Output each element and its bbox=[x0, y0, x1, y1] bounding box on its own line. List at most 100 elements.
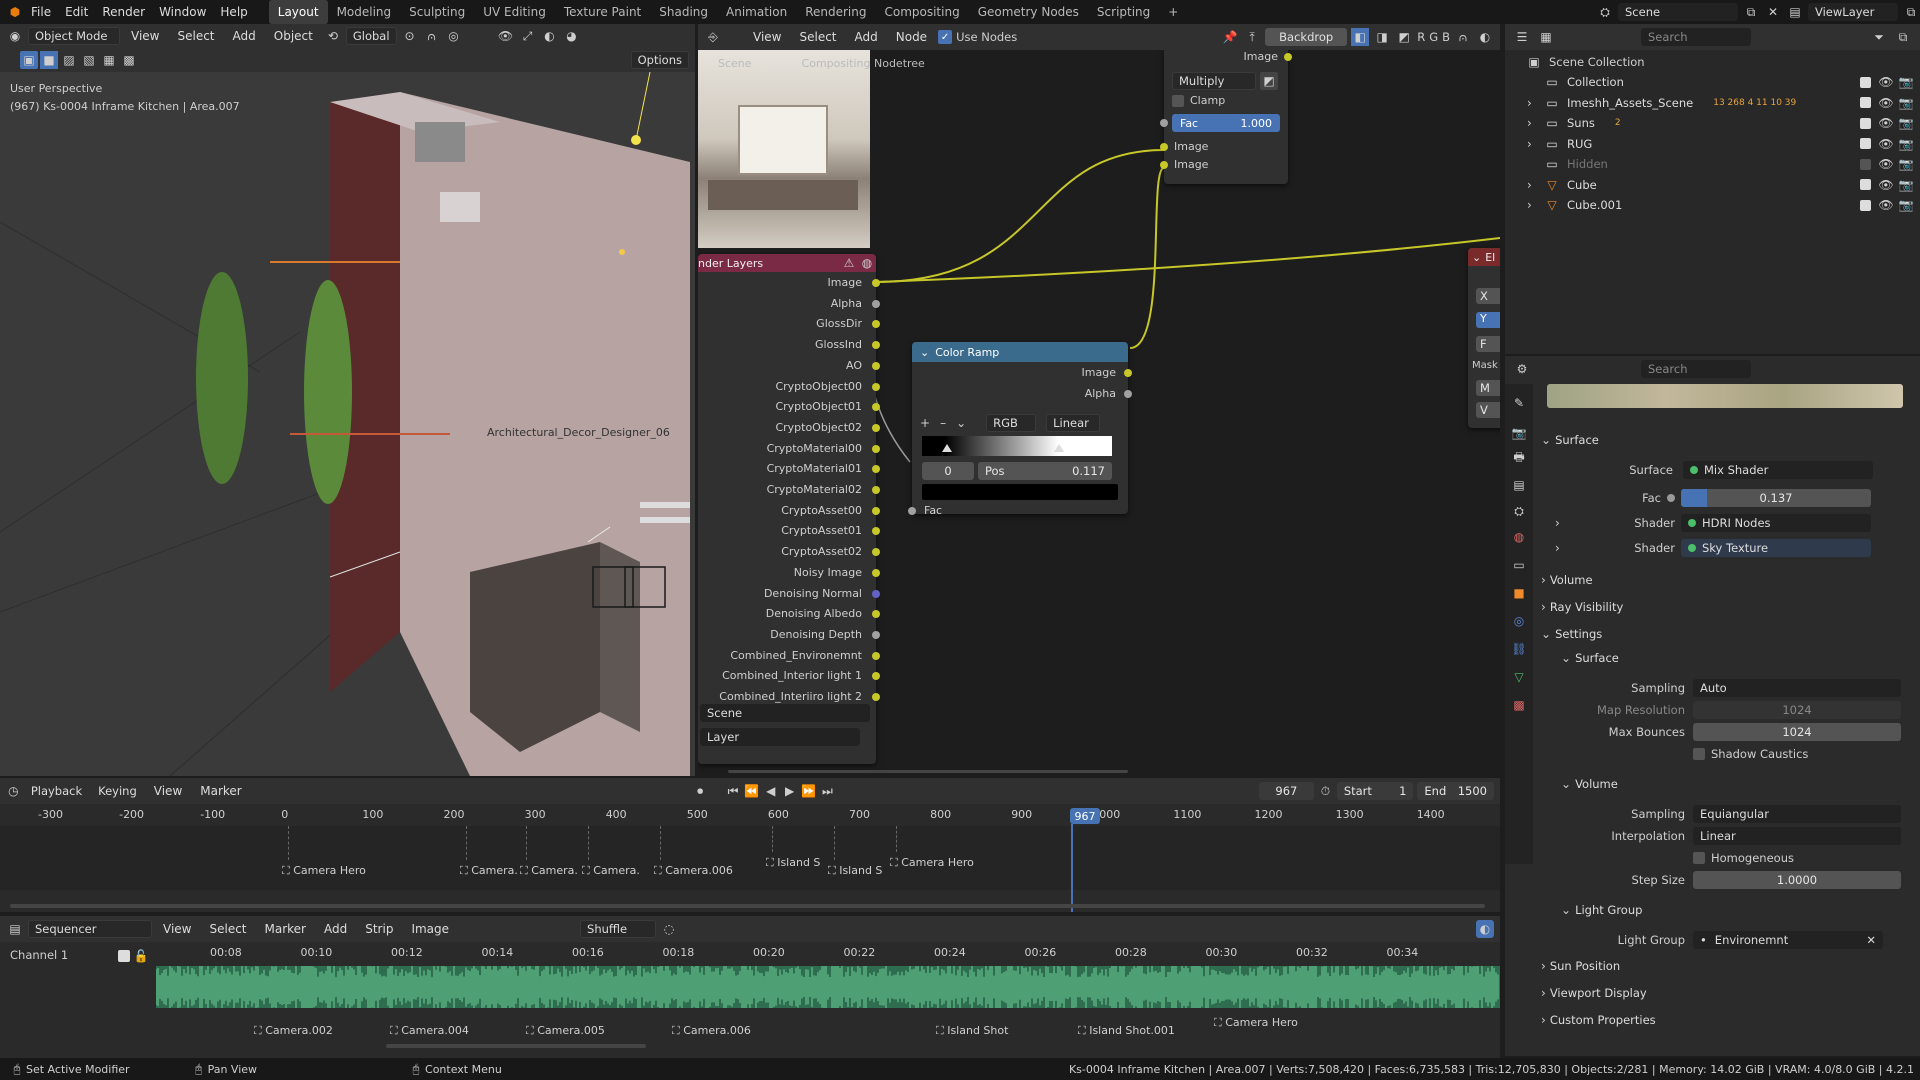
transform-orientation-dropdown[interactable]: Global bbox=[345, 27, 397, 45]
breadcrumb-scene[interactable]: Scene bbox=[718, 57, 752, 70]
channel-r[interactable]: R bbox=[1417, 30, 1425, 44]
outliner-row[interactable]: ▭ Collection 👁 📷 bbox=[1505, 72, 1920, 92]
play-reverse-icon[interactable]: ◀ bbox=[763, 782, 778, 800]
shader2-field[interactable]: Sky Texture bbox=[1681, 539, 1871, 557]
sequencer-scrollbar[interactable] bbox=[386, 1044, 646, 1048]
select-box-icon[interactable]: ▣ bbox=[20, 51, 38, 69]
timeline-marker[interactable]: ⛶ Camera. bbox=[520, 864, 578, 878]
view-layer-selector[interactable]: ViewLayer bbox=[1808, 3, 1898, 21]
visibility-eye-icon[interactable]: 👁 bbox=[1877, 114, 1895, 132]
use-nodes-checkbox[interactable]: ✓ bbox=[938, 30, 953, 44]
light-group-header[interactable]: ⌄ Light Group bbox=[1561, 900, 1642, 920]
exclude-checkbox[interactable] bbox=[1860, 158, 1871, 170]
workspace-tab-rendering[interactable]: Rendering bbox=[796, 0, 875, 24]
parent-node-icon[interactable]: ⤒ bbox=[1243, 28, 1261, 46]
channel-mute-checkbox[interactable] bbox=[118, 950, 130, 962]
custom-properties-header[interactable]: › Custom Properties bbox=[1541, 1010, 1656, 1030]
expand-icon[interactable]: › bbox=[1527, 198, 1537, 212]
prev-keyframe-icon[interactable]: ⏪ bbox=[744, 782, 759, 800]
sampling-dropdown[interactable]: Auto bbox=[1693, 679, 1901, 697]
workspace-tab-compositing[interactable]: Compositing bbox=[875, 0, 968, 24]
stop-index-field[interactable]: 0 bbox=[922, 462, 974, 480]
shuffle-dropdown[interactable]: Shuffle bbox=[580, 920, 657, 938]
menu-edit[interactable]: Edit bbox=[58, 0, 95, 24]
keying-menu[interactable]: Keying bbox=[92, 783, 143, 799]
playhead-frame-label[interactable]: 967 bbox=[1070, 808, 1100, 824]
render-layers-layer-field[interactable]: Layer bbox=[700, 728, 860, 746]
partial-node-collapse-icon[interactable]: ⌄ bbox=[1472, 251, 1481, 264]
timeline-menu-view[interactable]: View bbox=[147, 779, 189, 803]
editor-type-timeline-icon[interactable]: ◷ bbox=[6, 782, 21, 800]
data-tab-icon[interactable]: ▽ bbox=[1510, 668, 1528, 686]
outliner-row[interactable]: › ▭ RUG 👁 📷 bbox=[1505, 134, 1920, 154]
stop-pos-field[interactable]: Pos 0.117 bbox=[978, 462, 1112, 480]
properties-search-input[interactable]: Search bbox=[1641, 360, 1751, 378]
render-layers-scene-field[interactable]: Scene bbox=[700, 704, 870, 722]
partial-node[interactable]: ⌄ El X Y F Mask M V bbox=[1468, 248, 1500, 428]
channel-lock-icon[interactable]: 🔓 bbox=[132, 947, 150, 965]
collection-tab-icon[interactable]: ▭ bbox=[1510, 556, 1528, 574]
texture-tab-icon[interactable]: ▩ bbox=[1510, 696, 1528, 714]
alpha-toggle-icon[interactable]: ◩ bbox=[1260, 72, 1278, 90]
render-layer-output-socket[interactable] bbox=[872, 568, 880, 577]
partial-field-m[interactable]: M bbox=[1476, 380, 1500, 396]
expand-icon[interactable]: › bbox=[1527, 96, 1537, 110]
sequencer-marker[interactable]: ⛶ Camera.006 bbox=[672, 1024, 751, 1038]
node-editor-canvas[interactable]: Scene Compositing Nodetree nder Layers ⚠… bbox=[698, 50, 1500, 776]
sequencer-overlay-icon[interactable]: ◐ bbox=[1476, 920, 1494, 938]
surface-panel-header[interactable]: ⌄ Surface bbox=[1541, 430, 1599, 450]
channel-g[interactable]: G bbox=[1429, 30, 1438, 44]
viewport-display-header[interactable]: › Viewport Display bbox=[1541, 983, 1647, 1003]
color-ramp-alpha-socket[interactable] bbox=[1124, 390, 1132, 398]
render-layer-output-socket[interactable] bbox=[872, 589, 880, 598]
filter-icon[interactable]: ⏷ bbox=[1870, 28, 1888, 46]
snap-icon[interactable]: ⩀ bbox=[423, 27, 441, 45]
fac-slider[interactable]: 0.137 bbox=[1681, 489, 1871, 507]
jump-end-icon[interactable]: ⏭ bbox=[820, 782, 835, 800]
play-icon[interactable]: ▶ bbox=[782, 782, 797, 800]
max-bounces-field[interactable]: 1024 bbox=[1693, 723, 1901, 741]
remove-stop-button[interactable]: – bbox=[940, 416, 946, 430]
clear-light-group-icon[interactable]: ✕ bbox=[1866, 933, 1876, 947]
exclude-checkbox[interactable] bbox=[1860, 76, 1871, 88]
render-tab-icon[interactable]: 📷 bbox=[1510, 424, 1528, 442]
outliner-row[interactable]: › ▭ Suns 2 👁 📷 bbox=[1505, 113, 1920, 133]
stop-color-swatch[interactable] bbox=[922, 484, 1118, 500]
object-mode-dropdown[interactable]: Object Mode bbox=[28, 27, 120, 45]
outliner-row[interactable]: › ▽ Cube 👁 📷 bbox=[1505, 175, 1920, 195]
exclude-checkbox[interactable] bbox=[1860, 199, 1871, 211]
visibility-eye-icon[interactable]: 👁 bbox=[1877, 155, 1895, 173]
sequencer-marker[interactable]: ⛶ Camera Hero bbox=[1214, 1016, 1298, 1030]
sequencer-menu-image[interactable]: Image bbox=[404, 917, 456, 941]
outliner-row[interactable]: ▭ Hidden 👁 📷 bbox=[1505, 154, 1920, 174]
timeline-marker[interactable]: ⛶ Island S bbox=[828, 864, 882, 878]
node-menu-add[interactable]: Add bbox=[848, 25, 885, 49]
physics-tab-icon[interactable]: ◎ bbox=[1510, 612, 1528, 630]
render-layer-output-socket[interactable] bbox=[872, 486, 880, 494]
sequencer-menu-strip[interactable]: Strip bbox=[358, 917, 400, 941]
shading-icon[interactable]: ◕ bbox=[563, 27, 581, 45]
homogeneous-checkbox[interactable] bbox=[1693, 852, 1705, 864]
timeline-scrollbar[interactable] bbox=[10, 904, 1485, 908]
viewport-menu-view[interactable]: View bbox=[124, 24, 166, 48]
select-mode-invert-icon[interactable]: ▦ bbox=[100, 51, 118, 69]
clamp-checkbox[interactable] bbox=[1172, 94, 1184, 107]
color-ramp-image-socket[interactable] bbox=[1124, 369, 1132, 377]
current-frame-field[interactable]: 967 bbox=[1258, 782, 1314, 800]
color-ramp-node[interactable]: ⌄ Color Ramp Image Alpha + – ⌄ RGB Linea… bbox=[908, 342, 1132, 517]
constraints-tab-icon[interactable]: ⛓ bbox=[1510, 640, 1528, 658]
sequencer-menu-view[interactable]: View bbox=[156, 917, 198, 941]
render-camera-icon[interactable]: 📷 bbox=[1897, 176, 1915, 194]
render-camera-icon[interactable]: 📷 bbox=[1897, 135, 1915, 153]
new-view-layer-icon[interactable]: ⧉ bbox=[1902, 3, 1920, 21]
view-layer-tab-icon[interactable]: ▤ bbox=[1510, 476, 1528, 494]
visibility-eye-icon[interactable]: 👁 bbox=[1877, 73, 1895, 91]
workspace-tab-geometry-nodes[interactable]: Geometry Nodes bbox=[969, 0, 1088, 24]
editor-type-properties-icon[interactable]: ⚙ bbox=[1513, 360, 1531, 378]
mix-fac-socket[interactable] bbox=[1160, 119, 1168, 127]
object-tab-icon[interactable]: ■ bbox=[1510, 584, 1528, 602]
sequencer-menu-marker[interactable]: Marker bbox=[258, 917, 313, 941]
mix-output-socket[interactable] bbox=[1284, 53, 1292, 61]
workspace-tab-modeling[interactable]: Modeling bbox=[328, 0, 401, 24]
shader1-expand-icon[interactable]: › bbox=[1555, 516, 1575, 530]
